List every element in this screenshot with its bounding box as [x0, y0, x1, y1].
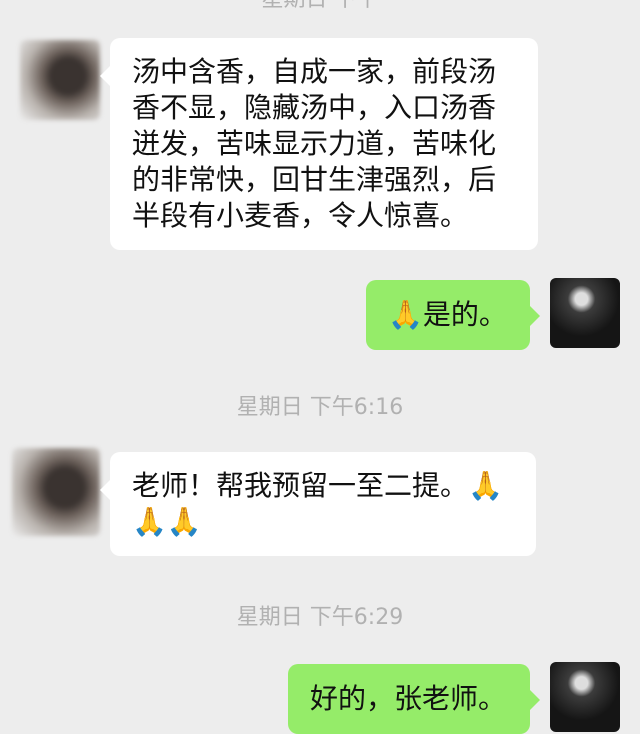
contact-avatar[interactable] [20, 40, 100, 120]
message-text: 好的，张老师。 [310, 682, 507, 715]
timestamp: 星期日 下午6:16 [236, 395, 404, 420]
timestamp: 星期日 下午6:29 [236, 605, 404, 630]
praying-hands-emoji-icon: 🙏 [388, 298, 423, 331]
message-bubble-incoming[interactable]: 汤中含香，自成一家，前段汤香不显，隐藏汤中，入口汤香迸发，苦味显示力道，苦味化的… [100, 38, 538, 250]
my-avatar[interactable] [550, 662, 620, 732]
message-text: 老师！帮我预留一至二提。 [132, 469, 469, 502]
message-bubble-outgoing[interactable]: 🙏是的。 [366, 280, 540, 350]
my-avatar[interactable] [550, 278, 620, 348]
praying-hands-emoji-icon: 🙏 [468, 469, 503, 502]
message-text: 汤中含香，自成一家，前段汤香不显，隐藏汤中，入口汤香迸发，苦味显示力道，苦味化的… [132, 55, 497, 232]
contact-avatar[interactable] [12, 448, 100, 536]
message-bubble-incoming[interactable]: 老师！帮我预留一至二提。🙏 🙏🙏 [100, 452, 536, 556]
message-text: 是的。 [422, 298, 507, 331]
timestamp-partial: 星期日 下午 [0, 0, 640, 14]
message-bubble-outgoing[interactable]: 好的，张老师。 [288, 664, 540, 734]
praying-hands-emoji-icon: 🙏🙏 [132, 505, 202, 538]
